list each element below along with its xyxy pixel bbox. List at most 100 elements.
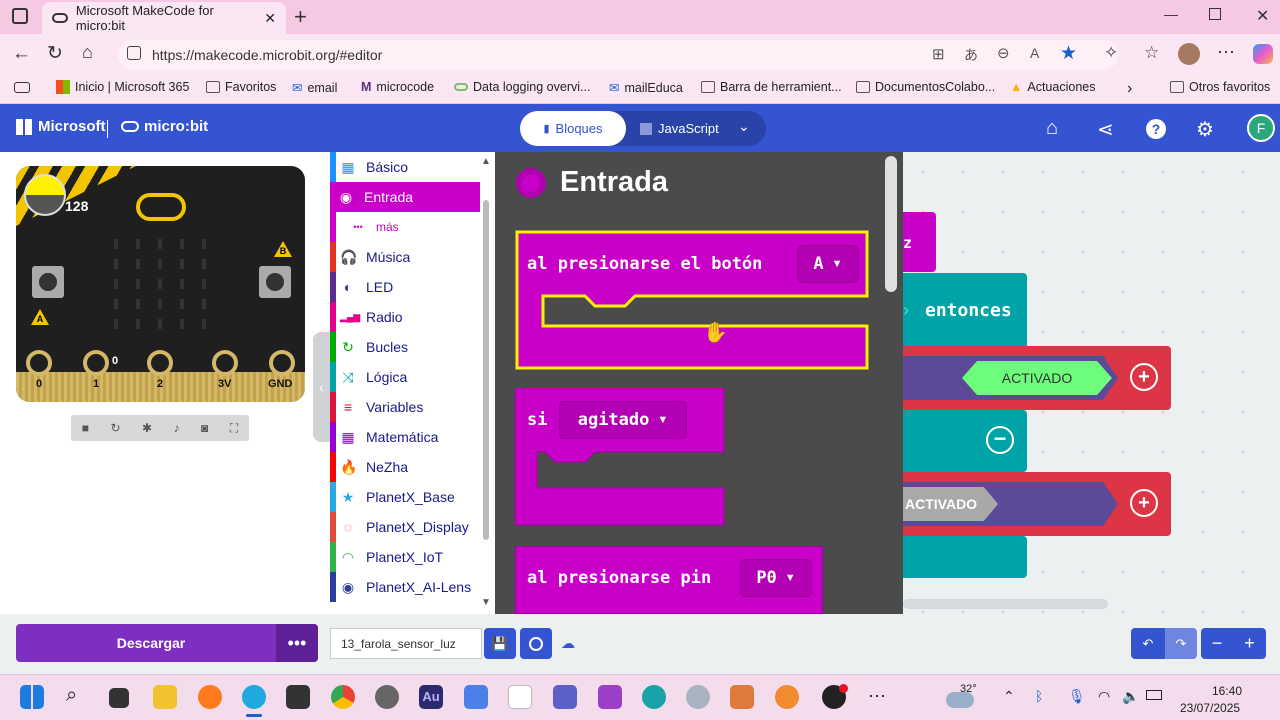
toolbox-scroll-down-icon[interactable]: ▼ — [481, 597, 491, 608]
zoom-in-button[interactable]: + — [1233, 628, 1266, 659]
toolbox-category-bucles[interactable]: ↻ Bucles — [330, 332, 480, 362]
inkscape-icon[interactable] — [286, 685, 310, 709]
back-icon[interactable]: ← — [12, 43, 31, 65]
close-window-button[interactable]: ✕ — [1256, 6, 1269, 26]
toolbox-category-entrada[interactable]: ◉ Entrada — [330, 182, 480, 212]
read-aloud-icon[interactable]: A — [1030, 45, 1039, 61]
block1-dropdown[interactable]: A ▼ — [797, 245, 859, 283]
onenote-icon[interactable] — [598, 685, 622, 709]
new-tab-button[interactable]: + — [294, 4, 307, 30]
start-icon[interactable] — [20, 685, 44, 709]
extensions-icon[interactable]: ✧ — [1104, 43, 1118, 63]
fav-item-actuaciones[interactable]: ▲ Actuaciones — [1010, 80, 1095, 94]
add-plus-icon-2[interactable]: + — [1130, 489, 1158, 517]
user-avatar[interactable]: F — [1247, 114, 1275, 142]
volume-icon[interactable]: 🔈 — [1122, 688, 1139, 705]
microphone-icon[interactable]: 🎙 — [1068, 688, 1086, 705]
microsoft-logo[interactable]: Microsoft — [16, 118, 106, 135]
favbar-more-icon[interactable]: › — [1127, 80, 1132, 98]
github-button[interactable] — [520, 628, 552, 659]
tab-actions-icon[interactable] — [12, 8, 28, 24]
toolbox-category-radio[interactable]: ▂▄▆ Radio — [330, 302, 480, 332]
site-info-icon[interactable] — [127, 46, 141, 60]
redo-button[interactable]: ↷ — [1165, 628, 1197, 659]
toolbox-category-m-s[interactable]: ••• más — [330, 212, 480, 242]
power-automate-icon[interactable] — [464, 685, 488, 709]
task-view-icon[interactable] — [109, 688, 129, 708]
arduino-icon[interactable] — [642, 685, 666, 709]
taskbar-more-icon[interactable]: ⋯ — [868, 686, 886, 707]
battery-icon[interactable] — [1146, 690, 1162, 700]
if-footer-block[interactable] — [903, 536, 1027, 578]
settings-app-icon[interactable] — [375, 685, 399, 709]
remove-minus-icon[interactable]: − — [986, 426, 1014, 454]
restart-icon[interactable]: ↻ — [110, 421, 120, 435]
audition-icon[interactable]: Au — [419, 685, 443, 709]
browser-tab[interactable]: Microsoft MakeCode for micro:bit ✕ — [42, 2, 286, 34]
pin-2[interactable] — [147, 350, 173, 376]
screenshot-icon[interactable]: ◙ — [201, 421, 208, 435]
apps-icon[interactable]: ⊞ — [932, 45, 945, 63]
fav-item-maileduca[interactable]: ✉ mailEduca — [609, 80, 683, 96]
language-dropdown-icon[interactable]: ⌄ — [738, 118, 750, 135]
paint-app-icon[interactable] — [730, 685, 754, 709]
flyout-scrollbar[interactable] — [885, 156, 897, 292]
fav-item-documentos[interactable]: DocumentosColabo... — [856, 80, 995, 94]
toolbox-category-m-sica[interactable]: 🎧 Música — [330, 242, 480, 272]
more-menu-icon[interactable]: ⋯ — [1217, 42, 1235, 63]
fav-item-favoritos[interactable]: Favoritos — [206, 80, 276, 94]
add-plus-icon-1[interactable]: + — [1130, 363, 1158, 391]
favorite-star-icon[interactable]: ★ — [1060, 42, 1077, 65]
tray-chevron-icon[interactable]: ⌃ — [1003, 688, 1015, 705]
fav-item-microcode[interactable]: Mmicrocode — [361, 80, 434, 94]
copilot-icon[interactable] — [1253, 44, 1273, 64]
zoom-icon[interactable]: ⊖ — [997, 44, 1010, 62]
toolbox-category-led[interactable]: ◐ LED — [330, 272, 480, 302]
string-value-2[interactable]: ACTIVADO — [903, 487, 998, 521]
favbar-toggle-icon[interactable] — [14, 82, 30, 93]
collapse-simulator-handle[interactable]: ‹ — [313, 332, 330, 442]
toolbox-category-nezha[interactable]: 🔥 NeZha — [330, 452, 480, 482]
toolbox-scroll-up-icon[interactable]: ▲ — [481, 156, 491, 167]
save-button[interactable]: 💾 — [484, 628, 516, 659]
javascript-mode-button[interactable]: JavaScript — [640, 111, 740, 146]
string-value-1[interactable]: ACTIVADO — [962, 361, 1112, 395]
undo-button[interactable]: ↶ — [1131, 628, 1165, 659]
project-name-input[interactable]: 13_farola_sensor_luz — [330, 628, 482, 659]
workspace-event-block[interactable]: z — [903, 212, 936, 272]
toolbox-category-matem-tica[interactable]: ▦ Matemática — [330, 422, 480, 452]
zoom-out-button[interactable]: − — [1201, 628, 1233, 659]
favorites-icon[interactable]: ☆ — [1144, 43, 1159, 63]
minimize-button[interactable]: — — [1164, 6, 1178, 22]
clock-date[interactable]: 23/07/2025 — [1180, 701, 1240, 715]
pin-3v[interactable] — [212, 350, 238, 376]
firefox-icon[interactable] — [198, 685, 222, 709]
translate-icon[interactable]: あ — [964, 45, 978, 65]
maximize-button[interactable] — [1209, 8, 1221, 20]
document-app-icon[interactable] — [508, 685, 532, 709]
close-tab-icon[interactable]: ✕ — [264, 10, 276, 27]
block3-dropdown[interactable]: P0 ▼ — [740, 559, 812, 597]
blocks-mode-button[interactable]: ▮ Bloques — [520, 111, 626, 146]
toolbox-scrollbar[interactable] — [483, 200, 489, 540]
debug-icon[interactable]: ✱ — [142, 421, 152, 435]
fav-item-datalogging[interactable]: Data logging overvi... — [454, 80, 590, 94]
profile-avatar[interactable] — [1178, 43, 1200, 65]
pin-1[interactable] — [83, 350, 109, 376]
ghost-app-icon[interactable] — [686, 685, 710, 709]
button-b[interactable] — [259, 266, 291, 298]
toolbox-category-b-sico[interactable]: ▦ Básico — [330, 152, 480, 182]
fav-other[interactable]: Otros favoritos — [1170, 80, 1270, 94]
home-icon[interactable]: ⌂ — [82, 42, 93, 63]
sound-icon[interactable]: ♪ — [174, 421, 180, 435]
pin-0[interactable] — [26, 350, 52, 376]
chrome-icon[interactable] — [331, 685, 355, 709]
button-a[interactable] — [32, 266, 64, 298]
fav-item-barra[interactable]: Barra de herramient... — [701, 80, 842, 94]
toolbox-category-planetx-iot[interactable]: ◠ PlanetX_IoT — [330, 542, 480, 572]
home-icon[interactable]: ⌂ — [1046, 117, 1058, 140]
teams-icon[interactable] — [553, 685, 577, 709]
toolbox-category-planetx-base[interactable]: ★ PlanetX_Base — [330, 482, 480, 512]
edge-icon[interactable] — [242, 685, 266, 709]
toolbox-category-planetx-display[interactable]: ◌ PlanetX_Display — [330, 512, 480, 542]
